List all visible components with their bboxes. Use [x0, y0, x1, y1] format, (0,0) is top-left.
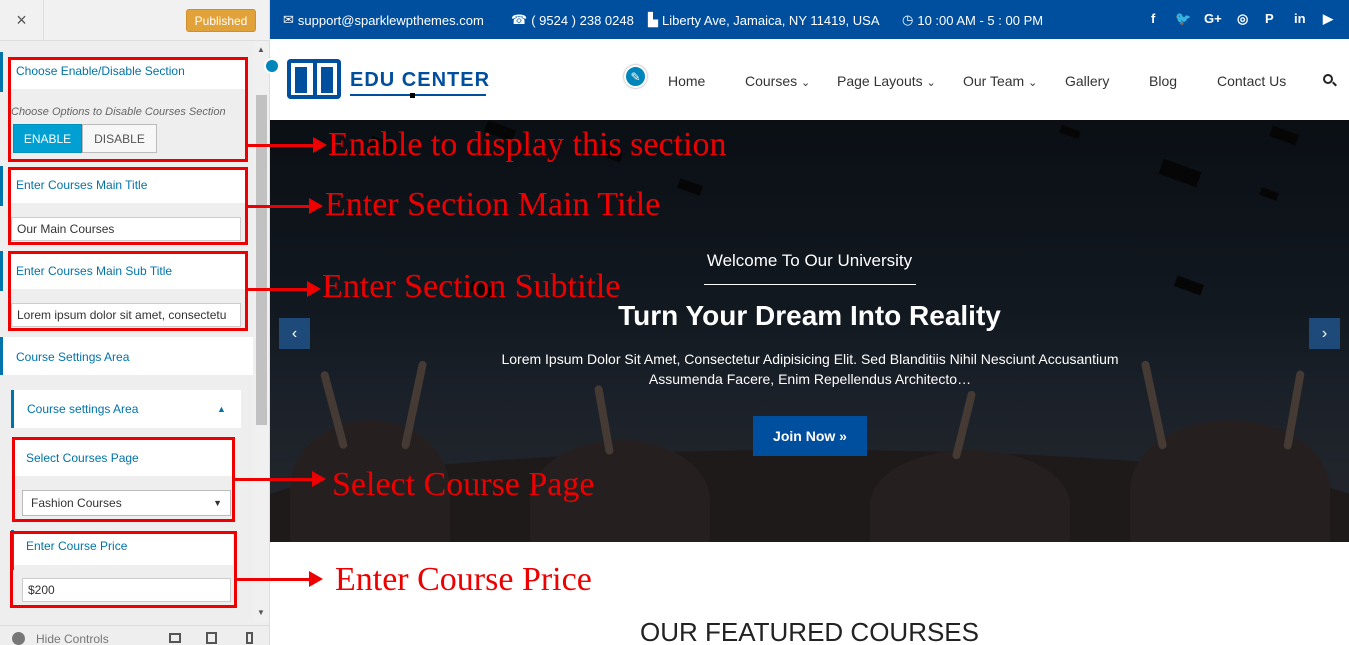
nav-contact-us[interactable]: Contact Us [1217, 73, 1286, 89]
annotation-arrow-head [313, 137, 327, 153]
topbar-email[interactable]: ✉ support@sparklewpthemes.com [283, 12, 484, 28]
clock-icon: ◷ [902, 12, 914, 27]
topbar-phone[interactable]: ☎ ( 9524 ) 238 0248 [511, 12, 634, 28]
annotation-arrow [235, 478, 315, 481]
annotation-arrow-head [312, 471, 326, 487]
mobile-preview-icon[interactable] [246, 632, 253, 644]
section-accent [0, 251, 3, 291]
nav-page-layouts-label: Page Layouts [837, 73, 923, 89]
topbar-address: ▙ Liberty Ave, Jamaica, NY 11419, USA [648, 12, 880, 28]
search-icon[interactable] [1323, 74, 1337, 88]
phone-icon: ☎ [511, 12, 528, 27]
facebook-icon[interactable]: f [1151, 11, 1155, 26]
logo-dot [410, 93, 415, 98]
pinterest-icon[interactable]: P [1265, 11, 1274, 26]
scroll-up-icon[interactable]: ▲ [257, 45, 265, 54]
collapse-icon[interactable]: ▲ [217, 404, 226, 414]
section-accent [0, 337, 3, 375]
customizer-header: × Published [0, 0, 269, 41]
desktop-preview-icon[interactable] [169, 633, 181, 643]
annotation-arrow-head [307, 281, 321, 297]
envelope-icon: ✉ [283, 12, 294, 27]
email-text: support@sparklewpthemes.com [297, 12, 484, 28]
linkedin-icon[interactable]: in [1294, 11, 1306, 26]
chevron-right-icon[interactable]: › [1309, 318, 1340, 349]
logo-book-icon[interactable] [287, 59, 341, 101]
edit-menu-icon[interactable]: ✎ [624, 65, 647, 88]
highlight-sub-title [8, 251, 248, 331]
highlight-main-title [8, 167, 248, 245]
nav-our-team[interactable]: Our Team ⌄ [963, 73, 1037, 89]
annotation-arrow [248, 144, 316, 147]
twitter-icon[interactable]: 🐦 [1175, 11, 1191, 27]
map-icon: ▙ [648, 12, 658, 27]
tablet-preview-icon[interactable] [206, 632, 217, 644]
highlight-course-page [12, 437, 235, 522]
phone-text: ( 9524 ) 238 0248 [531, 12, 634, 28]
site-topbar: ✉ support@sparklewpthemes.com ☎ ( 9524 )… [270, 0, 1349, 39]
annotation-arrow [237, 578, 312, 581]
scroll-down-icon[interactable]: ▼ [257, 608, 265, 617]
highlight-enable-section [8, 57, 248, 162]
annotation-subtitle: Enter Section Subtitle [322, 268, 621, 305]
nav-our-team-label: Our Team [963, 73, 1025, 89]
course-settings-group-label[interactable]: Course settings Area [27, 402, 138, 416]
youtube-icon[interactable]: ▶ [1323, 11, 1333, 27]
address-text: Liberty Ave, Jamaica, NY 11419, USA [662, 12, 880, 28]
join-now-button[interactable]: Join Now » [753, 416, 867, 456]
hide-controls-label[interactable]: Hide Controls [36, 632, 109, 645]
section-accent [11, 390, 14, 428]
section-accent [0, 52, 3, 92]
course-settings-area-label[interactable]: Course Settings Area [16, 350, 129, 364]
hours-text: 10 :00 AM - 5 : 00 PM [917, 12, 1044, 28]
chevron-left-icon[interactable]: ‹ [279, 318, 310, 349]
annotation-arrow-head [309, 571, 323, 587]
featured-courses-heading: OUR FEATURED COURSES [640, 617, 979, 645]
nav-home[interactable]: Home [668, 73, 705, 89]
nav-gallery[interactable]: Gallery [1065, 73, 1109, 89]
annotation-arrow [248, 205, 312, 208]
google-plus-icon[interactable]: G+ [1204, 11, 1222, 26]
chevron-down-icon: ⌄ [926, 77, 936, 89]
annotation-arrow-head [309, 198, 323, 214]
logo-text[interactable]: EDU CENTER [350, 69, 490, 92]
annotation-main-title: Enter Section Main Title [325, 186, 661, 223]
nav-page-layouts[interactable]: Page Layouts ⌄ [837, 73, 936, 89]
nav-courses[interactable]: Courses ⌄ [745, 73, 810, 89]
nav-blog[interactable]: Blog [1149, 73, 1177, 89]
close-icon[interactable]: × [0, 0, 44, 41]
hero-description: Lorem Ipsum Dolor Sit Amet, Consectetur … [501, 351, 1119, 387]
annotation-course-page: Select Course Page [332, 466, 595, 503]
highlight-course-price [10, 531, 237, 608]
annotation-enable: Enable to display this section [328, 126, 727, 163]
chevron-down-icon: ⌄ [801, 77, 811, 89]
chevron-down-icon: ⌄ [1028, 77, 1038, 89]
annotation-arrow [248, 288, 310, 291]
hero-divider [704, 284, 916, 285]
topbar-hours: ◷ 10 :00 AM - 5 : 00 PM [902, 12, 1043, 28]
customizer-footer: Hide Controls [0, 625, 269, 645]
collapse-circle-icon[interactable] [12, 632, 25, 645]
annotation-course-price: Enter Course Price [335, 561, 592, 598]
edit-shortcut-icon[interactable] [264, 58, 280, 74]
logo-underline [350, 94, 486, 96]
instagram-icon[interactable]: ◎ [1237, 11, 1248, 27]
section-accent [0, 166, 3, 206]
publish-button[interactable]: Published [186, 9, 256, 32]
nav-courses-label: Courses [745, 73, 798, 89]
